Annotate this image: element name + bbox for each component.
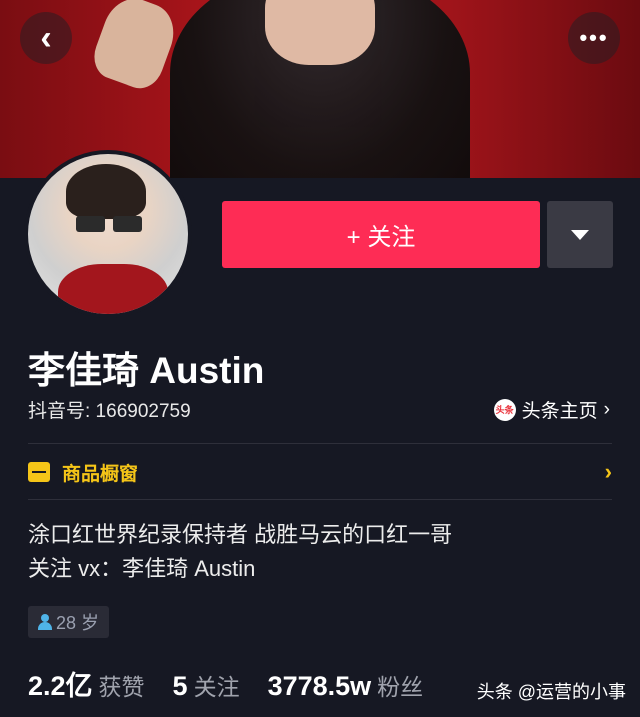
person-icon bbox=[38, 614, 52, 630]
divider bbox=[28, 443, 612, 444]
shop-icon bbox=[28, 462, 50, 482]
triangle-down-icon bbox=[571, 229, 589, 240]
banner-hand bbox=[87, 0, 183, 95]
stat-likes[interactable]: 2.2亿 获赞 bbox=[28, 664, 145, 703]
chevron-right-icon: › bbox=[603, 398, 610, 420]
douyin-id: 抖音号: 166902759 bbox=[28, 401, 191, 422]
stat-value: 5 bbox=[172, 671, 188, 701]
avatar-hair bbox=[66, 164, 146, 219]
chevron-left-icon: ‹ bbox=[40, 18, 52, 57]
stats-row: 2.2亿 获赞 5 关注 3778.5w 粉丝 bbox=[28, 664, 451, 703]
more-dots-icon: ••• bbox=[579, 25, 609, 50]
follow-button[interactable]: + 关注 bbox=[222, 201, 540, 268]
profile-name: 李佳琦 Austin bbox=[28, 350, 265, 391]
chevron-right-icon: › bbox=[604, 459, 612, 484]
bio: 涂口红世界纪录保持者 战胜马云的口红一哥 关注 vx：李佳琦 Austin bbox=[28, 518, 452, 586]
toutiao-label: 头条主页 bbox=[521, 401, 598, 422]
shop-label: 商品橱窗 bbox=[62, 463, 139, 485]
age-label: 28 岁 bbox=[56, 613, 100, 633]
toutiao-icon: 头条 bbox=[493, 398, 516, 421]
age-tag: 28 岁 bbox=[28, 606, 110, 638]
watermark: 头条 @运营的小事 bbox=[476, 682, 626, 702]
stat-followers[interactable]: 3778.5w 粉丝 bbox=[268, 668, 424, 702]
stat-label: 获赞 bbox=[98, 674, 145, 700]
recommend-dropdown-button[interactable] bbox=[547, 201, 613, 268]
divider bbox=[28, 499, 612, 500]
stat-value: 2.2亿 bbox=[28, 671, 93, 701]
avatar-glasses bbox=[76, 216, 142, 232]
banner-photo bbox=[170, 0, 470, 178]
stat-label: 粉丝 bbox=[377, 674, 424, 700]
toutiao-homepage-link[interactable]: 头条 头条主页 › bbox=[493, 396, 610, 423]
back-button[interactable]: ‹ bbox=[20, 12, 72, 64]
bio-line: 涂口红世界纪录保持者 战胜马云的口红一哥 bbox=[28, 522, 453, 547]
avatar-jacket bbox=[58, 264, 168, 314]
avatar[interactable] bbox=[24, 150, 192, 318]
stat-following[interactable]: 5 关注 bbox=[173, 668, 240, 702]
follow-label: + 关注 bbox=[346, 224, 416, 251]
bio-line: 关注 vx：李佳琦 Austin bbox=[28, 556, 256, 581]
shop-window-row[interactable]: 商品橱窗 › bbox=[28, 446, 612, 498]
stat-value: 3778.5w bbox=[267, 671, 372, 701]
avatar-photo bbox=[28, 154, 188, 314]
stat-label: 关注 bbox=[193, 674, 240, 700]
more-options-button[interactable]: ••• bbox=[568, 12, 620, 64]
